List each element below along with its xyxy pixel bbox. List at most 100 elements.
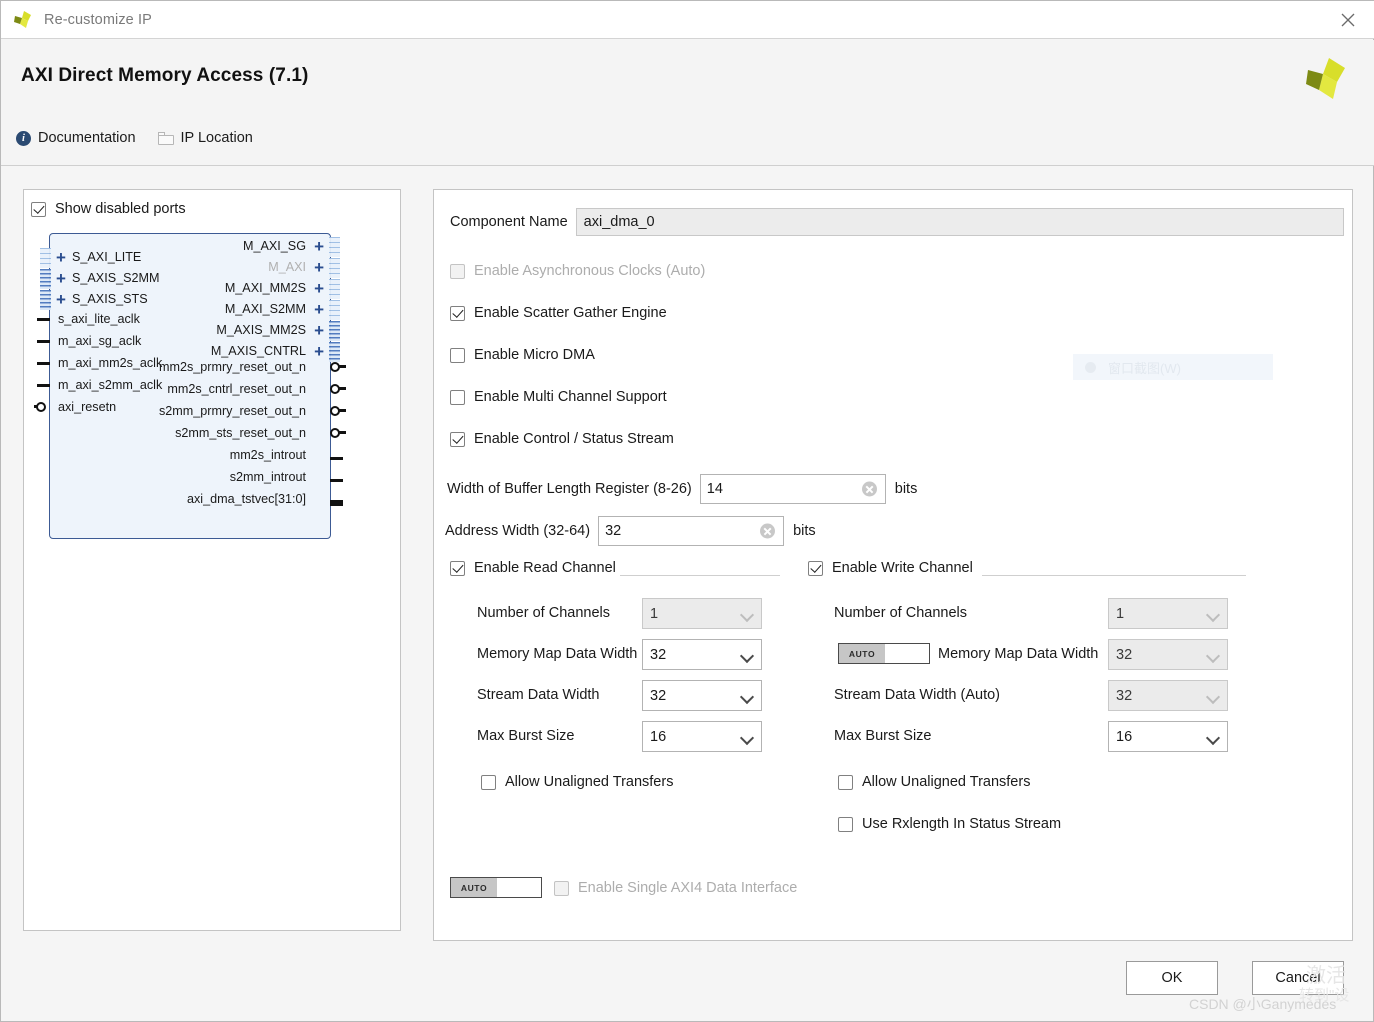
expand-icon-s-axi-lite[interactable]: + (56, 249, 66, 266)
component-name-input[interactable]: axi_dma_0 (575, 208, 1344, 236)
expand-icon-m-axi-mm2s[interactable]: + (314, 280, 324, 297)
buffer-length-value: 14 (706, 481, 723, 497)
enable-micro-dma-checkbox[interactable]: Enable Micro DMA (450, 347, 595, 363)
address-width-unit: bits (793, 523, 816, 539)
show-disabled-ports-checkbox[interactable]: Show disabled ports (31, 201, 186, 217)
documentation-label: Documentation (38, 130, 136, 146)
write-mm-data-width-auto-toggle[interactable]: AUTO (838, 643, 930, 664)
enable-scatter-gather-label: Enable Scatter Gather Engine (474, 305, 667, 321)
port-label-s-axis-sts: S_AXIS_STS (72, 292, 148, 306)
expand-icon-m-axis-mm2s[interactable]: + (314, 322, 324, 339)
pin-mm2s-introut (330, 457, 343, 461)
write-max-burst-size-dropdown[interactable]: 16 (1108, 721, 1228, 752)
pin-axi-dma-tstvec (330, 500, 343, 506)
expand-icon-m-axis-cntrl[interactable]: + (314, 343, 324, 360)
expand-icon-m-axi-sg[interactable]: + (314, 238, 324, 255)
chevron-down-icon (1208, 651, 1218, 661)
expand-icon-s-axis-sts[interactable]: + (56, 291, 66, 308)
xilinx-logo-icon (13, 10, 35, 30)
read-num-channels-value: 1 (650, 605, 659, 622)
bus-stub-s-axi-lite (40, 248, 51, 268)
checkbox-box (554, 880, 569, 896)
write-mm-data-width-value: 32 (1116, 646, 1133, 663)
read-mm-data-width-label: Memory Map Data Width (477, 646, 638, 662)
enable-control-status-stream-checkbox[interactable]: Enable Control / Status Stream (450, 431, 674, 447)
enable-write-channel-label: Enable Write Channel (832, 560, 973, 576)
ip-location-link[interactable]: IP Location (157, 130, 253, 146)
port-label-s2mm-sts-reset-out-n: s2mm_sts_reset_out_n (175, 426, 306, 440)
address-width-value: 32 (605, 523, 622, 539)
port-label-m-axis-mm2s: M_AXIS_MM2S (216, 323, 306, 337)
address-width-label: Address Width (32-64) (445, 523, 591, 539)
address-width-input[interactable]: 32 (598, 516, 785, 546)
pin-m-axi-s2mm-aclk (37, 384, 50, 388)
bus-stub-m-axi-sg (329, 237, 340, 257)
read-allow-unaligned-label: Allow Unaligned Transfers (505, 774, 674, 790)
port-label-m-axi-mm2s-aclk: m_axi_mm2s_aclk (58, 356, 163, 370)
expand-icon-m-axi-s2mm[interactable]: + (314, 301, 324, 318)
component-name-label: Component Name (450, 214, 568, 230)
buffer-length-input[interactable]: 14 (699, 474, 886, 504)
folder-icon (157, 131, 174, 145)
window-titlebar: Re-customize IP (1, 1, 1374, 39)
single-axi4-auto-toggle[interactable]: AUTO (450, 877, 542, 898)
write-mm-data-width-dropdown[interactable]: 32 (1108, 639, 1228, 670)
documentation-link[interactable]: i Documentation (16, 130, 136, 146)
read-stream-data-width-value: 32 (650, 687, 667, 704)
port-label-mm2s-introut: mm2s_introut (229, 448, 306, 462)
buffer-length-unit: bits (894, 481, 918, 497)
port-label-s-axi-lite-aclk: s_axi_lite_aclk (58, 312, 140, 326)
header-links: i Documentation IP Location (16, 130, 275, 146)
enable-multi-channel-checkbox[interactable]: Enable Multi Channel Support (450, 389, 667, 405)
port-label-s2mm-introut: s2mm_introut (229, 470, 306, 484)
checkbox-box (450, 305, 465, 321)
port-label-m-axi-s2mm: M_AXI_S2MM (224, 302, 306, 316)
checkbox-box (450, 560, 465, 576)
port-label-mm2s-cntrl-reset-out-n: mm2s_cntrl_reset_out_n (167, 382, 306, 396)
bus-stub-m-axis-cntrl (329, 342, 340, 362)
enable-multi-channel-label: Enable Multi Channel Support (474, 389, 667, 405)
enable-scatter-gather-checkbox[interactable]: Enable Scatter Gather Engine (450, 305, 667, 321)
clear-icon[interactable] (760, 523, 776, 539)
checkbox-box (450, 431, 465, 447)
write-allow-unaligned-checkbox[interactable]: Allow Unaligned Transfers (838, 774, 1030, 790)
read-channel-divider (620, 575, 780, 576)
enable-single-axi4-checkbox: Enable Single AXI4 Data Interface (554, 880, 797, 896)
read-mm-data-width-dropdown[interactable]: 32 (642, 639, 762, 670)
pin-s2mm-sts-reset-out-n (330, 427, 346, 438)
enable-read-channel-checkbox[interactable]: Enable Read Channel (450, 560, 616, 576)
chevron-down-icon (742, 651, 752, 661)
read-stream-data-width-dropdown[interactable]: 32 (642, 680, 762, 711)
bus-stub-s-axis-s2mm (40, 269, 51, 289)
port-label-m-axi-s2mm-aclk: m_axi_s2mm_aclk (58, 378, 163, 392)
enable-write-channel-checkbox[interactable]: Enable Write Channel (808, 560, 973, 576)
write-stream-data-width-dropdown[interactable]: 32 (1108, 680, 1228, 711)
page-title: AXI Direct Memory Access (7.1) (21, 65, 309, 86)
chevron-down-icon (1208, 610, 1218, 620)
write-mm-data-width-label: Memory Map Data Width (938, 646, 1099, 662)
pin-s2mm-prmry-reset-out-n (330, 405, 346, 416)
pin-m-axi-mm2s-aclk (37, 362, 50, 366)
auto-toggle-label: AUTO (839, 644, 885, 663)
enable-async-clocks-label: Enable Asynchronous Clocks (Auto) (474, 263, 706, 279)
bus-stub-m-axi-mm2s (329, 279, 340, 299)
ok-button[interactable]: OK (1126, 961, 1218, 995)
close-icon[interactable] (1321, 1, 1374, 39)
write-max-burst-size-label: Max Burst Size (834, 728, 932, 744)
expand-icon-s-axis-s2mm[interactable]: + (56, 270, 66, 287)
read-max-burst-size-dropdown[interactable]: 16 (642, 721, 762, 752)
write-channel-divider (982, 575, 1246, 576)
bus-stub-m-axi (329, 258, 340, 278)
bus-stub-m-axi-s2mm (329, 300, 340, 320)
expand-icon-m-axi[interactable]: + (314, 259, 324, 276)
read-num-channels-dropdown[interactable]: 1 (642, 598, 762, 629)
pin-mm2s-prmry-reset-out-n (330, 361, 346, 372)
write-num-channels-dropdown[interactable]: 1 (1108, 598, 1228, 629)
port-label-mm2s-prmry-reset-out-n: mm2s_prmry_reset_out_n (159, 360, 306, 374)
enable-control-status-stream-label: Enable Control / Status Stream (474, 431, 674, 447)
write-max-burst-size-value: 16 (1116, 728, 1133, 745)
clear-icon[interactable] (861, 481, 877, 497)
enable-async-clocks-checkbox: Enable Asynchronous Clocks (Auto) (450, 263, 705, 279)
use-rxlength-status-stream-checkbox[interactable]: Use Rxlength In Status Stream (838, 816, 1061, 832)
read-allow-unaligned-checkbox[interactable]: Allow Unaligned Transfers (481, 774, 673, 790)
